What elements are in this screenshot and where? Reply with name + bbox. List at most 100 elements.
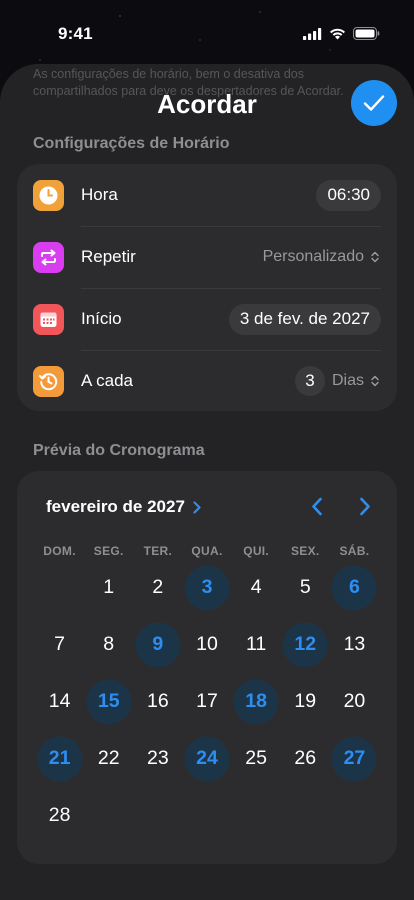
day-number: 25 (245, 747, 267, 769)
day-number: 15 (97, 690, 120, 712)
calendar-day-scheduled[interactable]: 21 (35, 736, 84, 781)
calendar-days-grid: 1 2 3 4 5 6 7 8 9 10 11 12 13 14 15 16 17 18 19 20 21 22 23 24 2… (35, 565, 379, 838)
repeat-label: Repetir (81, 247, 136, 266)
calendar-day[interactable]: 5 (281, 565, 330, 610)
day-number: 4 (250, 576, 262, 598)
start-date-picker[interactable]: 3 de fev. de 2027 (228, 303, 381, 335)
clock-icon (33, 179, 64, 211)
next-month-button[interactable] (359, 497, 371, 521)
start-date-row: Início 3 de fev. de 2027 (17, 288, 397, 350)
day-number: 20 (343, 690, 366, 712)
weekday-label: SEX. (291, 544, 320, 558)
calendar-day[interactable]: 19 (281, 679, 330, 724)
day-number: 1 (103, 576, 115, 598)
day-number: 6 (348, 576, 360, 598)
calendar-day-scheduled[interactable]: 9 (133, 622, 182, 667)
day-number: 5 (299, 576, 311, 598)
interval-row: A cada 3 Dias (17, 350, 397, 412)
status-time: 9:41 (58, 24, 93, 43)
cellular-signal-icon (303, 27, 322, 40)
calendar-day[interactable]: 26 (281, 736, 330, 781)
day-number: 2 (152, 576, 164, 598)
weekday-label: DOM. (43, 544, 76, 558)
chevron-up-down-icon (371, 251, 379, 263)
calendar-day[interactable]: 23 (133, 736, 182, 781)
day-number: 28 (48, 804, 71, 826)
calendar-day-scheduled[interactable]: 18 (232, 679, 281, 724)
interval-number[interactable]: 3 (294, 366, 325, 396)
chevron-left-icon (312, 497, 322, 516)
history-icon (33, 365, 64, 397)
month-picker-button[interactable]: fevereiro de 2027 (46, 497, 201, 517)
empty-day-cell (35, 565, 84, 610)
weekday-label: TER. (143, 544, 173, 558)
chevron-right-icon (360, 497, 370, 516)
calendar-day[interactable]: 14 (35, 679, 84, 724)
day-number: 23 (147, 747, 169, 769)
weekday-label: QUI. (243, 544, 270, 558)
interval-menu[interactable]: 3 Dias (294, 366, 379, 396)
day-number: 11 (246, 633, 267, 655)
day-number: 19 (294, 690, 317, 712)
schedule-settings-header: Configurações de Horário (33, 135, 230, 152)
calendar-day[interactable]: 2 (133, 565, 182, 610)
calendar-day[interactable]: 1 (84, 565, 133, 610)
calendar-day[interactable]: 16 (133, 679, 182, 724)
day-number: 27 (343, 747, 366, 769)
time-label: Hora (81, 185, 118, 204)
calendar-day[interactable]: 20 (330, 679, 379, 724)
schedule-settings-card: Hora 06:30 Repetir Personalizado Início … (17, 164, 397, 411)
weekday-label: QUA. (191, 544, 223, 558)
schedule-preview-calendar: fevereiro de 2027 DOM. SEG. TER. QUA. QUI. SE… (17, 471, 397, 864)
checkmark-icon (363, 95, 385, 111)
calendar-day[interactable]: 28 (35, 793, 84, 838)
chevron-right-icon (193, 500, 201, 514)
repeat-menu[interactable]: Personalizado (263, 248, 379, 266)
day-number: 9 (152, 633, 164, 655)
weekday-header-row: DOM. SEG. TER. QUA. QUI. SEX. SÁB. (35, 544, 379, 558)
interval-unit: Dias (331, 372, 364, 389)
repeat-icon (33, 241, 64, 273)
calendar-day-scheduled[interactable]: 12 (281, 622, 330, 667)
calendar-day[interactable]: 8 (84, 622, 133, 667)
day-number: 18 (245, 690, 267, 712)
day-number: 26 (294, 747, 317, 769)
day-number: 13 (343, 633, 366, 655)
calendar-day-scheduled[interactable]: 6 (330, 565, 379, 610)
calendar-day[interactable]: 17 (182, 679, 231, 724)
start-date-label: Início (81, 309, 122, 328)
day-number: 16 (147, 690, 169, 712)
time-row: Hora 06:30 (17, 164, 397, 226)
calendar-day-scheduled[interactable]: 3 (182, 565, 231, 610)
status-icons (303, 27, 380, 40)
calendar-day[interactable]: 4 (232, 565, 281, 610)
calendar-day-scheduled[interactable]: 24 (182, 736, 231, 781)
calendar-day[interactable]: 13 (330, 622, 379, 667)
calendar-day[interactable]: 7 (35, 622, 84, 667)
calendar-day-scheduled[interactable]: 15 (84, 679, 133, 724)
month-label: fevereiro de 2027 (46, 497, 185, 516)
calendar-icon (33, 303, 64, 335)
weekday-label: SEG. (93, 544, 124, 558)
day-number: 14 (48, 690, 71, 712)
time-picker[interactable]: 06:30 (316, 179, 381, 211)
calendar-day[interactable]: 11 (232, 622, 281, 667)
confirm-button[interactable] (351, 80, 397, 126)
day-number: 8 (103, 633, 115, 655)
wifi-icon (330, 28, 345, 39)
day-number: 12 (294, 633, 317, 655)
day-number: 17 (196, 690, 218, 712)
chevron-up-down-icon (371, 375, 379, 387)
battery-icon (353, 27, 380, 40)
calendar-day[interactable]: 22 (84, 736, 133, 781)
day-number: 22 (97, 747, 120, 769)
calendar-day[interactable]: 10 (182, 622, 231, 667)
status-bar: 9:41 (0, 0, 414, 64)
calendar-day[interactable]: 25 (232, 736, 281, 781)
calendar-day-scheduled[interactable]: 27 (330, 736, 379, 781)
repeat-value: Personalizado (262, 248, 364, 265)
repeat-row: Repetir Personalizado (17, 226, 397, 288)
day-number: 10 (196, 633, 218, 655)
previous-month-button[interactable] (311, 497, 323, 521)
day-number: 24 (196, 747, 218, 769)
